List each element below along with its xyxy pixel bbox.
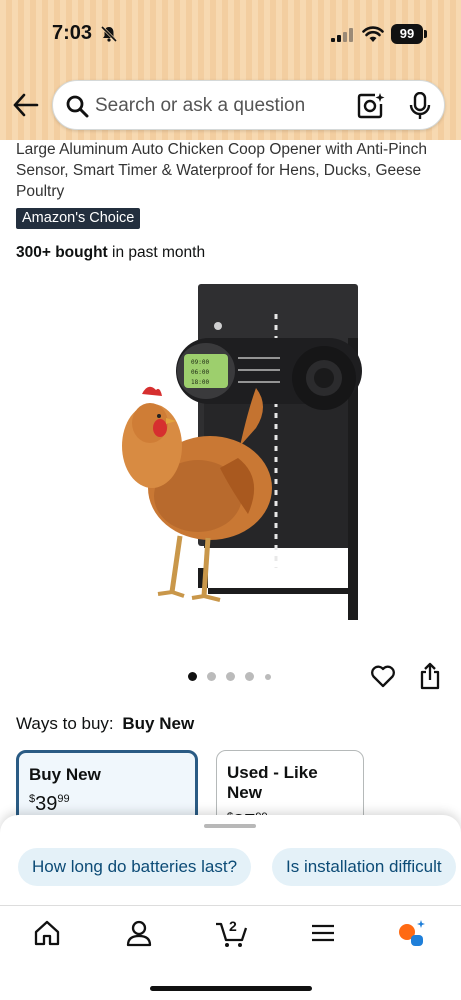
status-time: 7:03: [52, 22, 93, 44]
price-cents: 99: [57, 793, 70, 805]
ways-to-buy-label: Ways to buy:: [16, 714, 114, 733]
ways-to-buy-heading: Ways to buy: Buy New: [16, 714, 194, 734]
share-icon[interactable]: [419, 662, 441, 690]
microphone-icon[interactable]: [409, 92, 431, 120]
signal-icon: [331, 28, 353, 42]
battery-icon: 99: [391, 24, 423, 44]
purchase-count: 300+ bought in past month: [16, 244, 205, 262]
search-input[interactable]: [95, 90, 345, 122]
search-bar[interactable]: [52, 80, 445, 130]
lcd-time-2: 06:00: [191, 369, 209, 376]
cart-count: 2: [229, 918, 237, 934]
product-title[interactable]: Large Aluminum Auto Chicken Coop Opener …: [16, 139, 446, 202]
suggestion-chip[interactable]: How long do batteries last?: [18, 848, 252, 886]
price-dollars: 39: [35, 793, 58, 815]
ways-to-buy-selected: Buy New: [122, 714, 195, 733]
carousel-dot[interactable]: [188, 672, 197, 681]
carousel-dot[interactable]: [245, 672, 254, 681]
lcd-time-1: 09:00: [191, 359, 209, 366]
option-title: Buy New: [29, 765, 101, 784]
home-indicator: [150, 986, 312, 991]
carousel-dot[interactable]: [265, 674, 271, 680]
battery-tip: [424, 30, 427, 38]
image-carousel-dots[interactable]: [188, 672, 278, 682]
question-suggestions-sheet: How long do batteries last? Is installat…: [0, 815, 461, 907]
purchase-count-number: 300+ bought: [16, 244, 108, 261]
purchase-count-suffix: in past month: [107, 244, 206, 261]
option-price: $3999: [29, 793, 185, 816]
carousel-dot[interactable]: [207, 672, 216, 681]
option-title: Used - Like New: [227, 763, 318, 802]
amazons-choice-badge: Amazon's Choice: [16, 208, 141, 229]
account-icon[interactable]: [124, 918, 154, 948]
arrow-left-icon[interactable]: [12, 92, 40, 118]
search-icon: [66, 95, 89, 118]
carousel-dot[interactable]: [226, 672, 235, 681]
camera-sparkle-icon[interactable]: [357, 92, 385, 120]
sheet-grabber[interactable]: [204, 824, 256, 828]
product-image[interactable]: 09:00 06:00 18:00: [80, 278, 380, 633]
status-bar: 7:03 99: [0, 0, 461, 68]
bottom-nav: 2: [0, 905, 461, 1000]
suggestion-chip[interactable]: Is installation difficult: [272, 848, 456, 886]
rufus-icon[interactable]: [396, 918, 426, 948]
home-icon[interactable]: [32, 918, 62, 948]
lcd-time-3: 18:00: [191, 379, 209, 386]
heart-icon[interactable]: [370, 663, 396, 689]
menu-icon[interactable]: [308, 918, 338, 948]
wifi-icon: [362, 26, 384, 42]
bell-off-icon: [100, 25, 118, 43]
